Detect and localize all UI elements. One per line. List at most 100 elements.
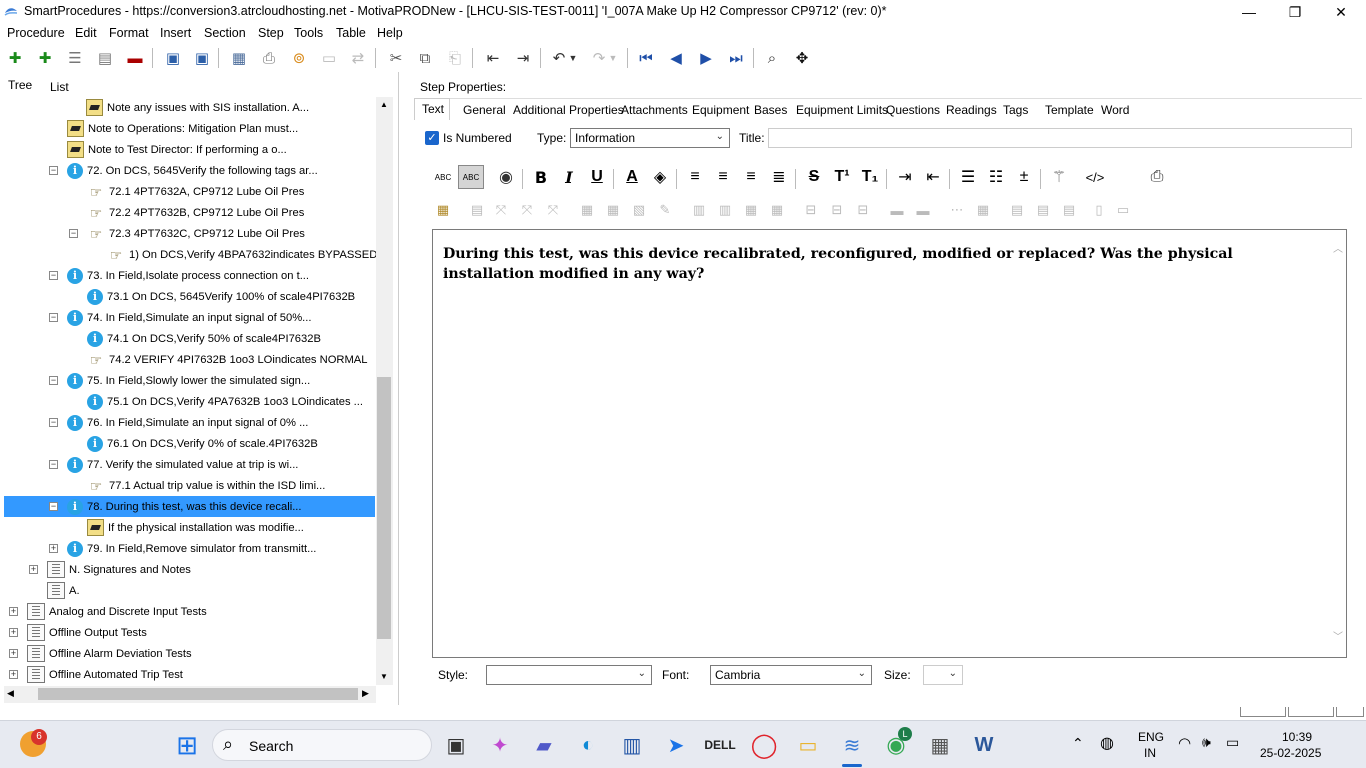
expand-icon[interactable]: + [9,670,18,679]
tab-equipment-limits[interactable]: Equipment Limits [796,103,888,117]
tree-row[interactable]: − ☞ 72.3 4PT7632C, CP9712 Lube Oil Pres [69,223,305,244]
tree-row[interactable]: i 75.1 On DCS,Verify 4PA7632B 1oo3 LOindi… [87,391,363,412]
subscript-icon[interactable]: T₁ [857,165,883,189]
tree-row[interactable]: ☞ 74.2 VERIFY 4PI7632B 1oo3 LOindicates N… [87,349,368,370]
restore-button[interactable]: ❐ [1272,0,1318,24]
collapse-icon[interactable]: − [49,460,58,469]
paste-icon[interactable]: ⎗ [444,47,466,69]
word-icon[interactable]: W [968,729,1000,761]
scroll-thumb[interactable] [38,688,358,700]
image-icon[interactable]: ▭ [318,47,340,69]
tree-row[interactable]: − i 74. In Field,Simulate an input signal … [49,307,312,328]
collapse-icon[interactable]: − [49,376,58,385]
tab-tree[interactable]: Tree [8,78,32,92]
collapse-icon[interactable]: − [69,229,78,238]
tree-row[interactable]: − i 77. Verify the simulated value at trip… [49,454,298,475]
scroll-up-icon[interactable]: ▲ [380,100,388,109]
expand-icon[interactable]: + [9,607,18,616]
menu-help[interactable]: Help [377,26,403,40]
clock-date[interactable]: 25-02-2025 [1260,746,1321,760]
tree-row[interactable]: Note any issues with SIS installation. A… [86,97,309,118]
expand-icon[interactable]: + [9,649,18,658]
editor-content[interactable]: During this test, was this device recali… [443,244,1322,284]
size-select[interactable]: ⌄ [923,665,963,685]
type-select[interactable]: Information ⌄ [570,128,730,148]
edge-icon[interactable]: ◐ [572,729,604,761]
file-explorer-icon[interactable]: ▭ [792,729,824,761]
decrease-indent-icon[interactable]: ⇤ [920,165,946,189]
battery-icon[interactable]: ▭ [1226,734,1239,751]
italic-icon[interactable]: I [556,165,582,189]
language-line2[interactable]: IN [1144,746,1156,760]
tab-general[interactable]: General [463,103,506,117]
list-icon[interactable]: ☰ [64,47,86,69]
language-line1[interactable]: ENG [1138,730,1164,744]
tab-questions[interactable]: Questions [886,103,940,117]
bullet-list-icon[interactable]: ☰ [955,165,981,189]
html-source-icon[interactable]: </> [1080,165,1110,189]
network-icon[interactable]: ◍ [1100,733,1114,753]
smartprocedures-icon[interactable]: ≋ [836,729,868,761]
expand-icon[interactable]: + [49,544,58,553]
tab-template[interactable]: Template [1045,103,1094,117]
add-icon[interactable]: ✚ [4,47,26,69]
tab-text[interactable]: Text [422,102,444,116]
collapse-icon[interactable]: − [49,166,58,175]
scroll-right-icon[interactable]: ▶ [362,688,369,699]
outdent-icon[interactable]: ⇤ [482,47,504,69]
dictionary-icon[interactable]: ◉ [493,165,519,189]
tree-row[interactable]: ☞ 1) On DCS,Verify 4BPA7632indicates BYPA… [107,244,376,265]
copy-icon[interactable]: ⧉ [414,47,436,69]
tree-row[interactable]: Note to Operations: Mitigation Plan must… [67,118,298,139]
is-numbered-checkbox[interactable]: ✓ [425,131,439,145]
numbered-list-icon[interactable]: ☷ [983,165,1009,189]
menu-format[interactable]: Format [109,26,149,40]
tree-row[interactable]: − i 75. In Field,Slowly lower the simulate… [49,370,310,391]
opera-icon[interactable]: ◯ [748,729,780,761]
calculator-icon[interactable]: ▦ [924,729,956,761]
auto-spellcheck-icon[interactable]: ABC [458,165,484,189]
magic-wand-icon[interactable]: ⚚ [1046,165,1072,189]
superscript-icon[interactable]: T¹ [829,165,855,189]
link-icon[interactable]: ⊚ [288,47,310,69]
task-view-icon[interactable]: ▣ [440,729,472,761]
scroll-left-icon[interactable]: ◀ [7,688,14,699]
save-all-icon[interactable]: ▣ [162,47,184,69]
tree-row[interactable]: A. [47,580,80,601]
strikethrough-icon[interactable]: S [801,165,827,189]
delete-icon[interactable]: ▬ [124,47,146,69]
tree-row[interactable]: i 76.1 On DCS,Verify 0% of scale.4PI7632B [87,433,318,454]
tree-row[interactable]: + Offline Output Tests [9,622,147,643]
menu-tools[interactable]: Tools [294,26,323,40]
tab-bases[interactable]: Bases [754,103,787,117]
tree-row[interactable]: If the physical installation was modifie… [87,517,304,538]
title-input[interactable] [768,128,1352,148]
underline-icon[interactable]: U [584,165,610,189]
collapse-icon[interactable]: − [49,271,58,280]
collapse-icon[interactable]: − [49,313,58,322]
tab-readings[interactable]: Readings [946,103,997,117]
cut-icon[interactable]: ✂ [385,47,407,69]
undo-dropdown-icon[interactable]: ▼ [566,47,580,69]
tree-row[interactable]: − i 72. On DCS, 5645Verify the following t… [49,160,318,181]
tree-row[interactable]: + Offline Alarm Deviation Tests [9,643,192,664]
volume-icon[interactable]: 🕪 [1202,734,1211,751]
tree-row[interactable]: − i 76. In Field,Simulate an input signal … [49,412,308,433]
menu-edit[interactable]: Edit [75,26,97,40]
search-box[interactable]: ⌕ Search [212,729,432,761]
previous-icon[interactable]: ◀ [665,47,687,69]
increase-indent-icon[interactable]: ⇥ [892,165,918,189]
editor-scrollbar[interactable]: ︿ ﹀ [1330,230,1346,657]
font-color-icon[interactable]: A [619,165,645,189]
dell-icon[interactable]: DELL [704,729,736,761]
add-child-icon[interactable]: ✚ [34,47,56,69]
tree-row[interactable]: Note to Test Director: If performing a o… [67,139,287,160]
insert-table-icon[interactable]: ▦ [432,199,454,221]
scroll-thumb[interactable] [377,377,391,639]
print-preview-icon[interactable]: ▦ [228,47,250,69]
tree-row[interactable]: + i 79. In Field,Remove simulator from tra… [49,538,316,559]
teams-icon[interactable]: ▰ [528,729,560,761]
align-right-icon[interactable]: ≡ [738,165,764,189]
menu-table[interactable]: Table [336,26,366,40]
justify-icon[interactable]: ≣ [766,165,792,189]
